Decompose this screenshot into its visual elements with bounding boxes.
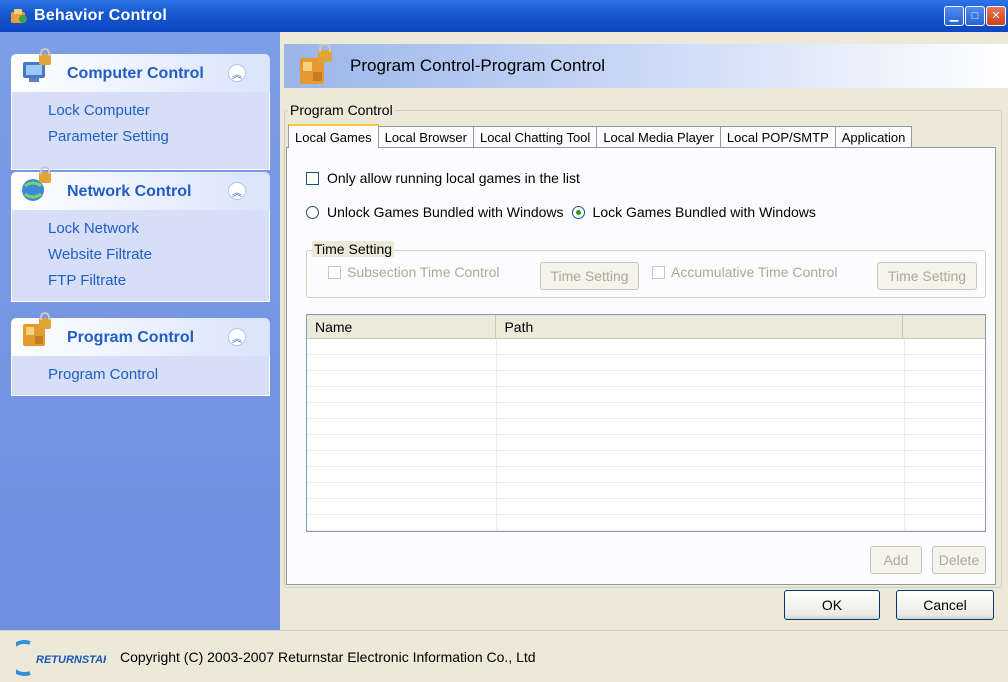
window-title: Behavior Control xyxy=(34,7,167,24)
tab-local-media-player[interactable]: Local Media Player xyxy=(596,126,721,148)
group-computer-control: Computer Control ︽ Lock Computer Paramet… xyxy=(11,48,270,170)
subsection-time-setting-button[interactable]: Time Setting xyxy=(540,262,639,290)
table-row xyxy=(307,483,985,499)
group-header-network-control[interactable]: Network Control ︽ xyxy=(11,166,270,210)
groupbox-label: Program Control xyxy=(288,102,395,118)
page-title: Program Control-Program Control xyxy=(350,56,606,75)
unlock-games-radio[interactable] xyxy=(306,205,319,219)
group-header-computer-control[interactable]: Computer Control ︽ xyxy=(11,48,270,92)
table-row xyxy=(307,387,985,403)
table-row xyxy=(307,451,985,467)
main-panel: Program Control-Program Control Program … xyxy=(280,32,1008,630)
accumulative-time-setting-button[interactable]: Time Setting xyxy=(877,262,977,290)
close-button[interactable]: ✕ xyxy=(986,6,1006,26)
only-allow-checkbox[interactable] xyxy=(306,171,319,185)
returnstar-logo: RETURNSTAR xyxy=(16,640,106,676)
table-row xyxy=(307,435,985,451)
tab-local-pop-smtp[interactable]: Local POP/SMTP xyxy=(719,126,836,148)
table-row xyxy=(307,419,985,435)
group-title: Computer Control xyxy=(67,65,204,82)
column-header-extra[interactable] xyxy=(903,315,985,338)
lock-games-label[interactable]: Lock Games Bundled with Windows xyxy=(593,204,816,220)
table-row xyxy=(307,467,985,483)
svg-text:RETURNSTAR: RETURNSTAR xyxy=(36,654,106,666)
table-row xyxy=(307,515,985,531)
program-lock-icon xyxy=(300,44,332,84)
table-row xyxy=(307,403,985,419)
sidebar-item-website-filtrate[interactable]: Website Filtrate xyxy=(48,242,269,268)
app-icon xyxy=(11,9,27,23)
tab-local-chatting-tool[interactable]: Local Chatting Tool xyxy=(472,126,598,148)
unlock-games-label[interactable]: Unlock Games Bundled with Windows xyxy=(327,204,564,220)
sidebar-item-program-control[interactable]: Program Control xyxy=(48,362,269,388)
table-row xyxy=(307,339,985,355)
table-header: Name Path xyxy=(307,315,985,339)
collapse-icon[interactable]: ︽ xyxy=(228,328,246,346)
table-row xyxy=(307,371,985,387)
group-title: Network Control xyxy=(67,183,192,200)
time-setting-legend: Time Setting xyxy=(312,241,395,257)
subsection-time-checkbox[interactable] xyxy=(328,265,341,279)
games-table[interactable]: Name Path xyxy=(306,314,986,532)
lock-games-radio[interactable] xyxy=(571,205,585,219)
collapse-icon[interactable]: ︽ xyxy=(228,64,246,82)
group-title: Program Control xyxy=(67,329,195,346)
accumulative-time-checkbox[interactable] xyxy=(652,265,665,279)
column-header-name[interactable]: Name xyxy=(307,315,497,338)
only-allow-label: Only allow running local games in the li… xyxy=(327,170,580,186)
cancel-button[interactable]: Cancel xyxy=(896,590,994,620)
sidebar: Computer Control ︽ Lock Computer Paramet… xyxy=(0,32,280,630)
bundled-games-radio-row: Unlock Games Bundled with Windows Lock G… xyxy=(306,204,816,220)
add-button[interactable]: Add xyxy=(870,546,922,574)
ok-button[interactable]: OK xyxy=(784,590,880,620)
tab-local-browser[interactable]: Local Browser xyxy=(377,126,474,148)
accumulative-time-row: Accumulative Time Control xyxy=(652,264,838,280)
maximize-button[interactable]: □ xyxy=(965,6,985,26)
network-lock-icon xyxy=(22,166,51,201)
title-bar[interactable]: Behavior Control ▁ □ ✕ xyxy=(0,0,1008,32)
tab-application[interactable]: Application xyxy=(834,126,913,148)
program-lock-icon xyxy=(23,312,51,346)
subsection-time-row: Subsection Time Control xyxy=(328,264,500,280)
copyright-text: Copyright (C) 2003-2007 Returnstar Elect… xyxy=(120,649,536,665)
tab-local-games[interactable]: Local Games xyxy=(288,124,379,148)
sidebar-item-ftp-filtrate[interactable]: FTP Filtrate xyxy=(48,268,269,294)
only-allow-checkbox-row[interactable]: Only allow running local games in the li… xyxy=(306,170,580,186)
table-row xyxy=(307,499,985,515)
sidebar-item-parameter-setting[interactable]: Parameter Setting xyxy=(48,124,269,150)
collapse-icon[interactable]: ︽ xyxy=(228,182,246,200)
table-row xyxy=(307,355,985,371)
footer: RETURNSTAR Copyright (C) 2003-2007 Retur… xyxy=(0,630,1008,682)
group-program-control: Program Control ︽ Program Control xyxy=(11,312,270,396)
minimize-button[interactable]: ▁ xyxy=(944,6,964,26)
sidebar-item-lock-network[interactable]: Lock Network xyxy=(48,216,269,242)
group-network-control: Network Control ︽ Lock Network Website F… xyxy=(11,166,270,302)
subsection-time-label: Subsection Time Control xyxy=(347,264,500,280)
delete-button[interactable]: Delete xyxy=(932,546,986,574)
accumulative-time-label: Accumulative Time Control xyxy=(671,264,838,280)
tab-bar: Local Games Local Browser Local Chatting… xyxy=(288,124,913,148)
main-header: Program Control-Program Control xyxy=(284,44,1008,88)
computer-lock-icon xyxy=(23,48,51,82)
group-header-program-control[interactable]: Program Control ︽ xyxy=(11,312,270,356)
sidebar-item-lock-computer[interactable]: Lock Computer xyxy=(48,98,269,124)
column-header-path[interactable]: Path xyxy=(496,315,904,338)
